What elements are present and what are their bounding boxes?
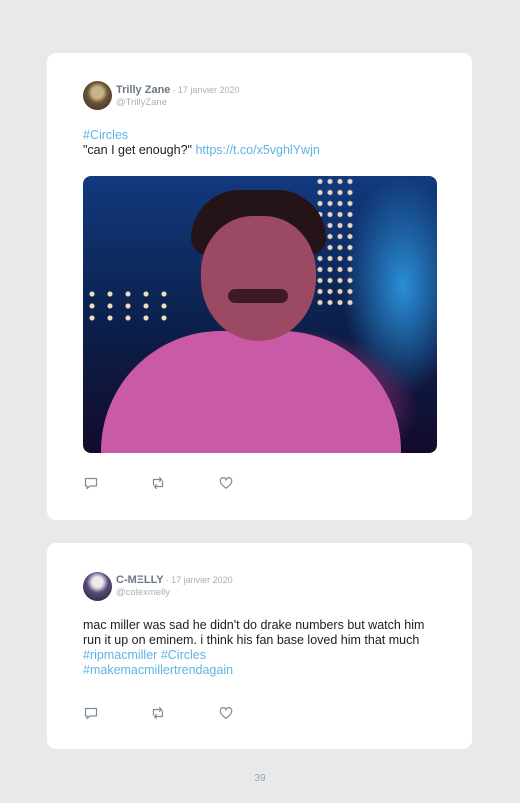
avatar[interactable] <box>83 81 112 110</box>
avatar[interactable] <box>83 572 112 601</box>
tweet-text: mac miller was sad he didn't do drake nu… <box>83 618 436 678</box>
page-number: 39 <box>254 773 266 784</box>
retweet-icon[interactable] <box>150 475 166 491</box>
tweet-media-image[interactable] <box>83 176 437 453</box>
author-handle[interactable]: @TrillyZane <box>116 97 239 109</box>
hashtag-link[interactable]: #ripmacmiller <box>83 648 157 662</box>
hashtag-link[interactable]: #Circles <box>161 648 206 662</box>
figure-shirt <box>101 331 401 453</box>
like-icon[interactable] <box>218 705 234 721</box>
tweet-date[interactable]: · 17 janvier 2020 <box>166 575 233 585</box>
figure-face <box>201 216 316 341</box>
author-handle[interactable]: @colexmelly <box>116 587 233 599</box>
decorative-lights <box>83 288 178 323</box>
author-name[interactable]: Trilly Zane <box>116 84 170 96</box>
reply-icon[interactable] <box>83 475 99 491</box>
url-link[interactable]: https://t.co/x5vghlYwjn <box>195 143 319 157</box>
tweet-text: #Circles "can I get enough?" https://t.c… <box>83 128 436 158</box>
tweet-header: Trilly Zane · 17 janvier 2020 @TrillyZane <box>116 83 239 109</box>
figure-mustache <box>228 289 288 303</box>
tweet-header: C-MΞLLY · 17 janvier 2020 @colexmelly <box>116 573 233 599</box>
retweet-icon[interactable] <box>150 705 166 721</box>
tweet-card: Trilly Zane · 17 janvier 2020 @TrillyZane… <box>47 53 472 520</box>
tweet-card: C-MΞLLY · 17 janvier 2020 @colexmelly mac… <box>47 543 472 749</box>
hashtag-link[interactable]: #Circles <box>83 128 128 142</box>
tweet-body: mac miller was sad he didn't do drake nu… <box>83 618 425 647</box>
author-name[interactable]: C-MΞLLY <box>116 574 164 586</box>
hashtag-link[interactable]: #makemacmillertrendagain <box>83 663 233 677</box>
like-icon[interactable] <box>218 475 234 491</box>
tweet-date[interactable]: · 17 janvier 2020 <box>172 85 239 95</box>
tweet-body: "can I get enough?" <box>83 143 196 157</box>
reply-icon[interactable] <box>83 705 99 721</box>
